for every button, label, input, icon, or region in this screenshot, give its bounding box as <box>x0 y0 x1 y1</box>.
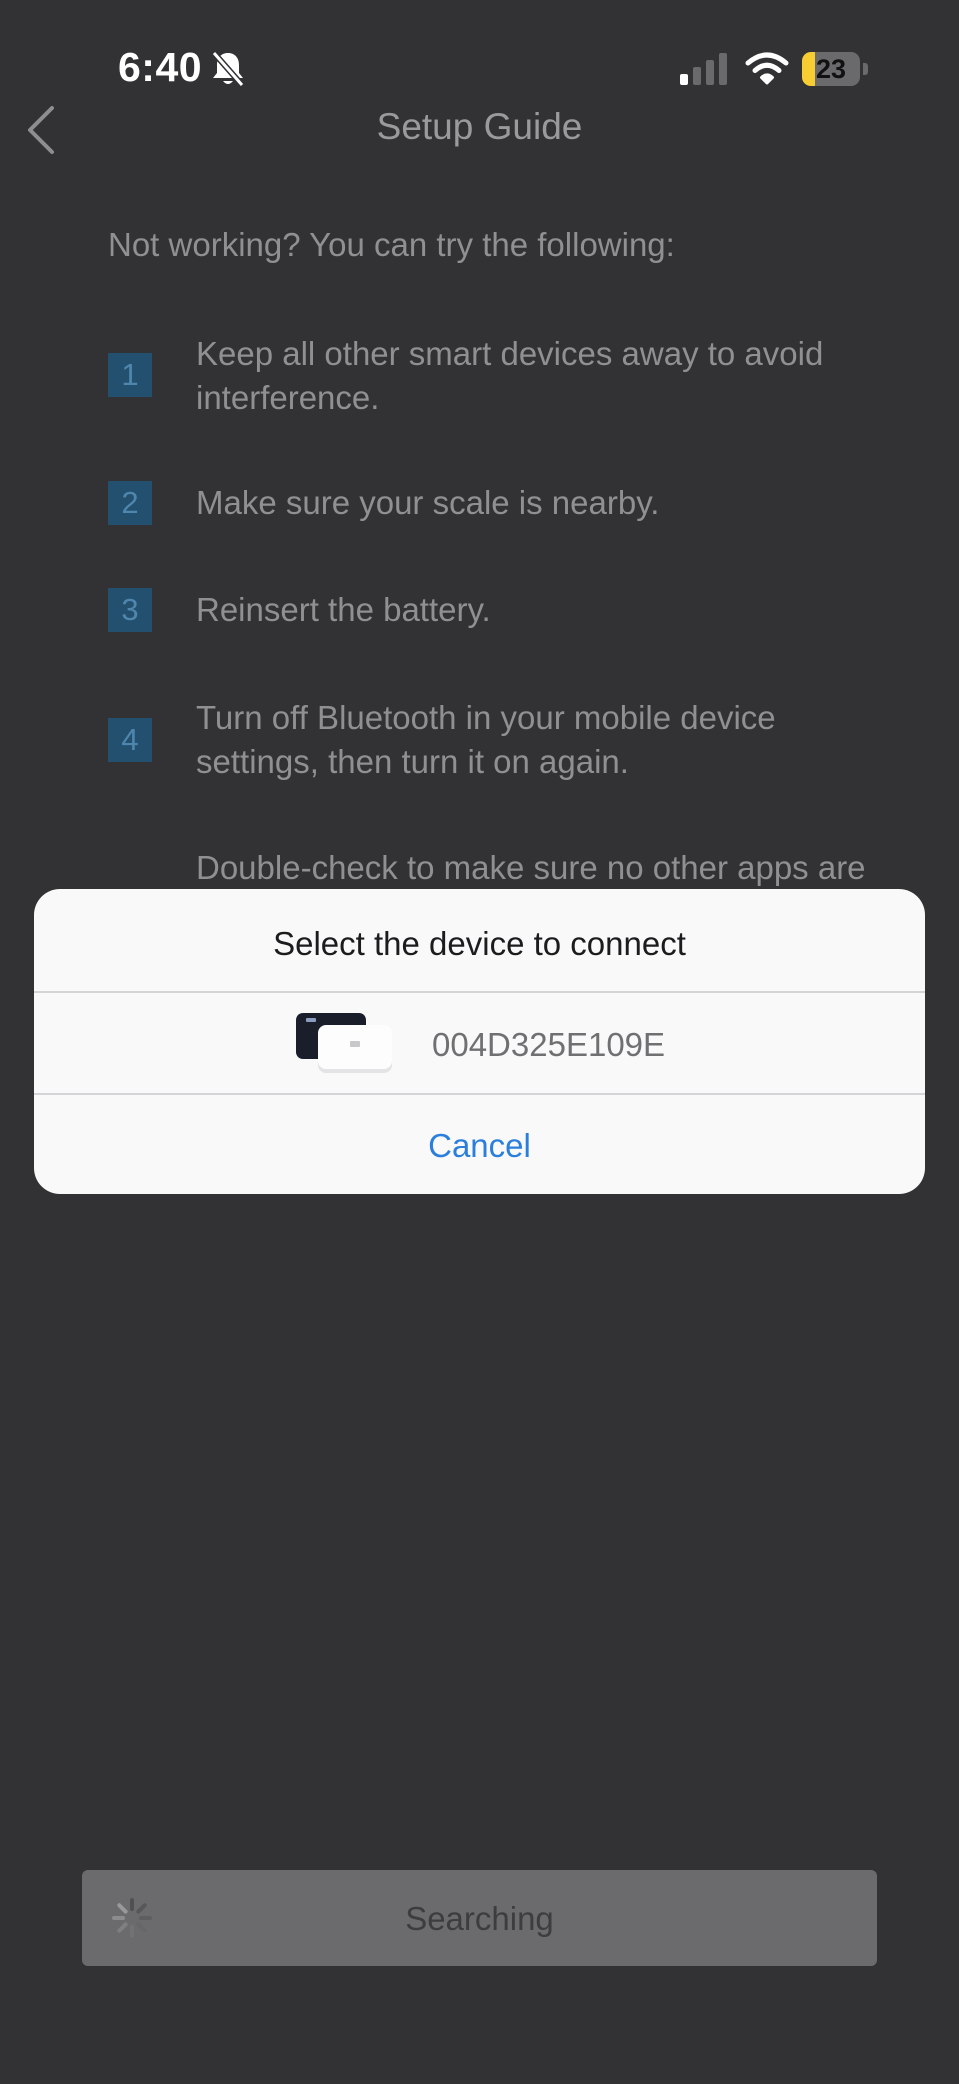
step-number-badge: 2 <box>108 481 152 525</box>
searching-label: Searching <box>405 1900 554 1937</box>
step-text: Keep all other smart devices away to avo… <box>196 335 824 416</box>
step-text: Reinsert the battery. <box>196 591 491 628</box>
step-text: Make sure your scale is nearby. <box>196 484 660 521</box>
battery-icon: 23 <box>802 52 868 86</box>
battery-cap <box>863 63 868 75</box>
dialog-title: Select the device to connect <box>273 925 686 962</box>
scale-image <box>296 1013 392 1073</box>
device-select-dialog: Select the device to connect 004D325E109… <box>34 889 925 1194</box>
bell-slash-icon <box>211 51 245 87</box>
step-text: Double-check to make sure no other apps … <box>196 849 866 886</box>
cancel-button[interactable]: Cancel <box>34 1095 925 1194</box>
searching-button[interactable]: Searching <box>82 1870 877 1966</box>
intro-text: Not working? You can try the following: <box>108 226 675 263</box>
wifi-icon <box>745 52 789 85</box>
page-title: Setup Guide <box>376 106 583 147</box>
step-number-badge: 3 <box>108 588 152 632</box>
status-time: 6:40 <box>118 44 203 90</box>
device-list-item[interactable]: 004D325E109E <box>34 993 925 1093</box>
cellular-signal-icon <box>680 53 727 85</box>
step-text: Turn off Bluetooth in your mobile device… <box>196 699 776 780</box>
step-number-badge: 1 <box>108 353 152 397</box>
battery-body: 23 <box>802 52 860 86</box>
step-number-badge: 4 <box>108 718 152 762</box>
battery-level: 23 <box>815 54 847 84</box>
device-id: 004D325E109E <box>432 1026 666 1063</box>
